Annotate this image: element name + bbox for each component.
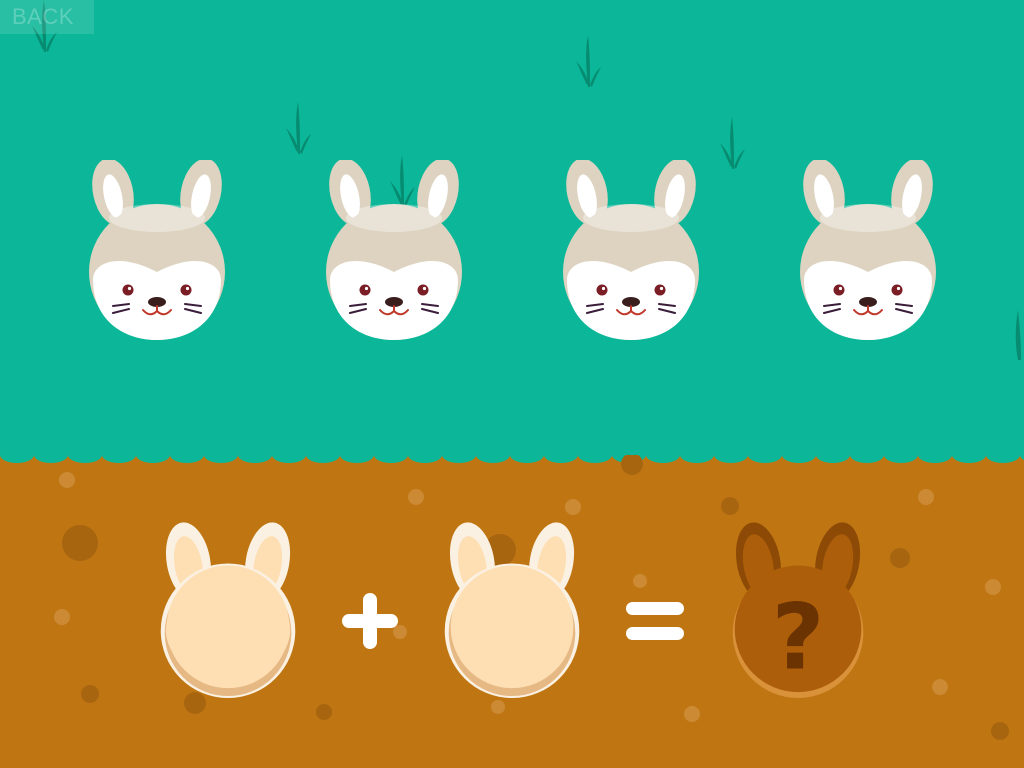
bunny-head-slot-left[interactable] [160,520,300,700]
bunny-2[interactable] [324,160,464,340]
answer-slot[interactable]: ? [730,520,870,700]
grass-blade-icon [286,102,311,154]
bunny-4[interactable] [798,160,938,340]
bunny-3[interactable] [561,160,701,340]
bunny-head-slot-right[interactable] [444,520,584,700]
grass-blade-icon [576,35,601,87]
grass-blade-icon [1015,310,1021,360]
bunny-1[interactable] [87,160,227,340]
grass-blade-icon [720,117,745,169]
plus-icon [342,593,398,649]
equals-icon [626,602,684,640]
question-mark-icon: ? [772,585,825,690]
back-button[interactable]: BACK [0,0,94,34]
